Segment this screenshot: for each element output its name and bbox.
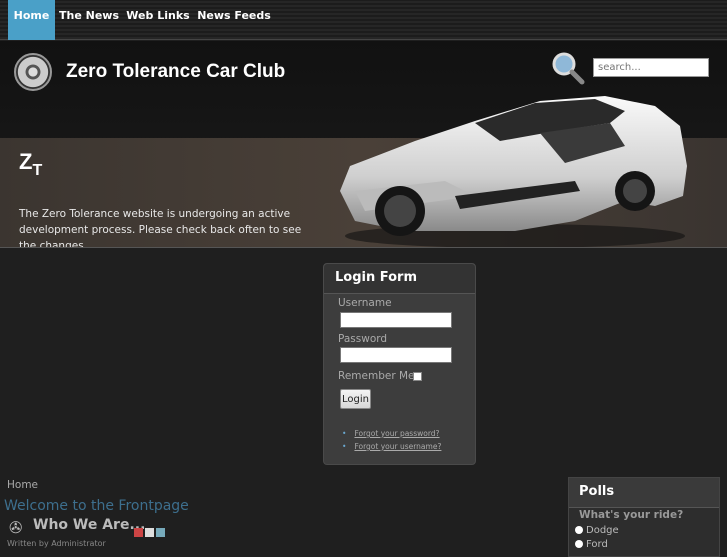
login-form-title: Login Form	[324, 264, 475, 294]
poll-question: What's your ride?	[579, 509, 684, 521]
nav-item-the-news[interactable]: The News	[55, 0, 123, 40]
search-icon[interactable]	[551, 51, 585, 85]
search-input[interactable]	[593, 58, 709, 77]
nav-item-home[interactable]: Home	[8, 0, 55, 40]
polls-title: Polls	[569, 478, 719, 508]
sports-car-image	[340, 96, 687, 247]
polls-panel: Polls What's your ride? Dodge Ford	[568, 477, 720, 557]
remember-me-checkbox[interactable]	[413, 372, 422, 381]
site-title[interactable]: Zero Tolerance Car Club	[66, 61, 285, 83]
top-navigation: Home The News Web Links News Feeds	[0, 0, 727, 40]
wheel-logo-icon[interactable]	[14, 53, 52, 91]
print-icon[interactable]	[145, 528, 154, 537]
forgot-username-link[interactable]: Forgot your username?	[354, 442, 441, 451]
login-form-panel: Login Form Username Password Remember Me…	[323, 263, 476, 465]
radio-icon[interactable]	[575, 526, 583, 534]
login-links: Forgot your password? Forgot your userna…	[342, 427, 441, 453]
list-item: Forgot your password?	[342, 427, 441, 440]
pdf-icon[interactable]	[134, 528, 143, 537]
article-tools	[134, 522, 167, 541]
nav-item-web-links[interactable]: Web Links	[123, 0, 193, 40]
email-icon[interactable]	[156, 528, 165, 537]
password-label: Password	[338, 333, 388, 345]
list-item: Forgot your username?	[342, 440, 441, 453]
remember-me-label: Remember Me	[338, 370, 415, 382]
poll-option-label: Dodge	[586, 525, 619, 536]
radio-icon[interactable]	[575, 540, 583, 548]
article-author: Written by Administrator	[7, 539, 106, 548]
monogram-main: Z	[19, 149, 33, 174]
intro-text: The Zero Tolerance website is undergoing…	[19, 208, 302, 248]
nav-item-news-feeds[interactable]: News Feeds	[193, 0, 275, 40]
monogram: ZT	[19, 149, 42, 180]
password-field[interactable]	[340, 347, 452, 363]
site-header: Zero Tolerance Car Club ZT The Zero Tole…	[0, 41, 727, 248]
username-field[interactable]	[340, 312, 452, 328]
wheel-icon: ✇	[9, 518, 23, 537]
article-title[interactable]: Who We Are...	[33, 517, 145, 533]
login-button[interactable]: Login	[340, 389, 371, 409]
page-title: Welcome to the Frontpage	[4, 498, 189, 514]
forgot-password-link[interactable]: Forgot your password?	[354, 429, 439, 438]
poll-option-dodge[interactable]: Dodge	[575, 525, 619, 536]
username-label: Username	[338, 297, 392, 309]
monogram-sub: T	[32, 162, 43, 179]
breadcrumb[interactable]: Home	[7, 479, 38, 491]
